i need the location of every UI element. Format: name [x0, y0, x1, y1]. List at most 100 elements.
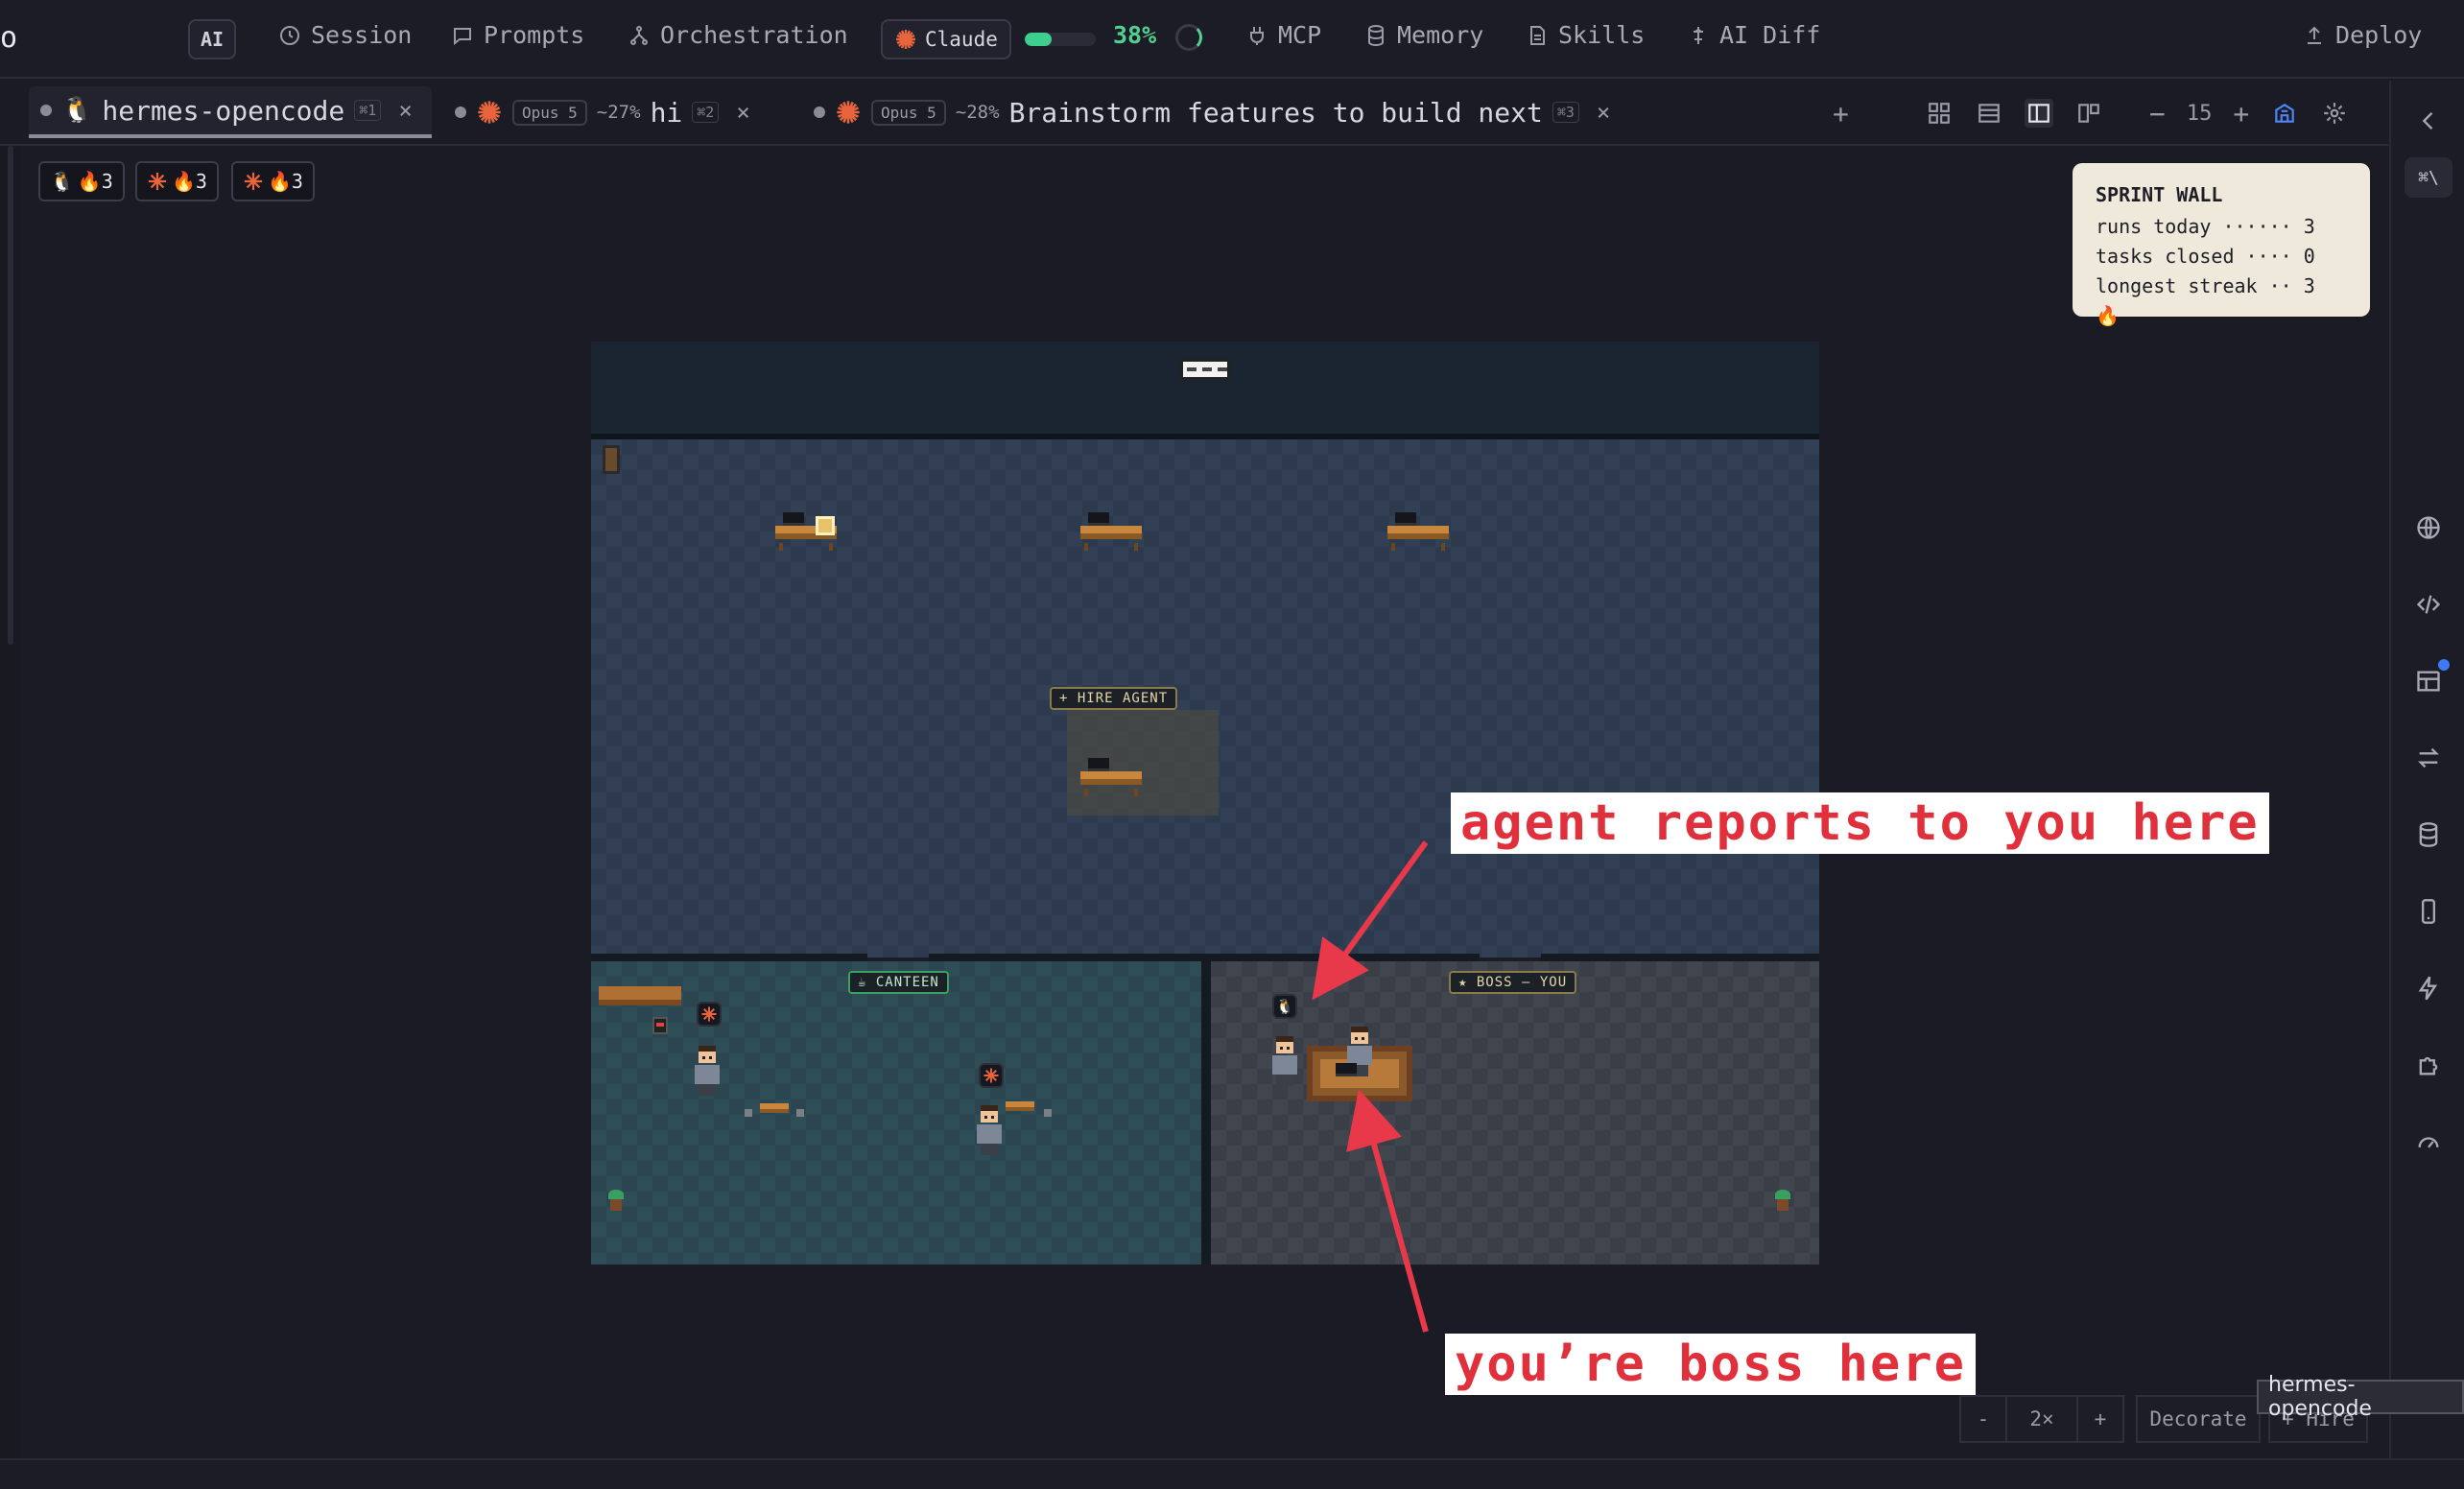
swap-arrows-icon[interactable]: [2413, 743, 2444, 773]
claude-icon[interactable]: [697, 1002, 722, 1027]
monitor: [783, 512, 804, 526]
usage-ring-icon: [1175, 24, 1202, 51]
streak-count: 🔥3: [172, 170, 207, 193]
puzzle-icon[interactable]: [2413, 1050, 2444, 1080]
hire-agent-label[interactable]: + HIRE AGENT: [1050, 687, 1178, 710]
stool: [796, 1109, 804, 1117]
ai-badge-button[interactable]: AI: [188, 19, 236, 59]
tab-shortcut: ⌘1: [354, 100, 382, 121]
notification-dot: [2435, 656, 2452, 674]
right-rail: ⌘\: [2389, 81, 2464, 1489]
font-size-tools: − 15 +: [2149, 92, 2349, 134]
nav-ai-diff[interactable]: AI Diff: [1687, 21, 1820, 49]
agent-streak-chip[interactable]: 🔥3: [135, 161, 219, 201]
resize-handle[interactable]: [8, 146, 13, 645]
tab-hermes-opencode[interactable]: 🐧 hermes-opencode ⌘1 ×: [29, 86, 432, 138]
office-home-icon[interactable]: [2270, 99, 2299, 128]
claude-model-chip[interactable]: Claude: [881, 19, 1011, 59]
boss-room-label: ★ BOSS — YOU: [1449, 971, 1577, 994]
nav-mcp[interactable]: MCP: [1245, 21, 1321, 49]
plant: [1775, 1190, 1790, 1211]
nav-skills[interactable]: Skills: [1526, 21, 1645, 49]
tab-tools: +: [1833, 92, 1849, 134]
canteen-label: ☕ CANTEEN: [848, 971, 949, 994]
agent-character[interactable]: [1272, 1036, 1297, 1088]
sticky-note-icon[interactable]: [816, 516, 835, 535]
tab-shortcut: ⌘3: [1552, 102, 1579, 123]
agent-streak-chip[interactable]: 🔥3: [231, 161, 315, 201]
decorate-button[interactable]: Decorate: [2136, 1395, 2261, 1443]
code-icon[interactable]: [2413, 589, 2444, 620]
layout-tools: [1925, 92, 2103, 134]
rail-shortcut-hint: ⌘\: [2405, 157, 2452, 198]
main-office-floor: [591, 439, 1819, 957]
plant: [608, 1190, 624, 1211]
room-wall: [1201, 961, 1211, 1264]
model-badge: Opus 5: [871, 99, 946, 126]
monitor: [1395, 512, 1416, 526]
close-icon[interactable]: ×: [1597, 99, 1610, 126]
boss-room: [1211, 961, 1819, 1264]
nav-prompts[interactable]: Prompts: [451, 21, 584, 49]
context-percent: ~27%: [596, 102, 641, 123]
nav-orchestration[interactable]: Orchestration: [628, 21, 848, 49]
grid-layout-icon[interactable]: [1925, 99, 1954, 128]
lightning-icon[interactable]: [2413, 973, 2444, 1004]
font-size-increase[interactable]: +: [2233, 98, 2249, 130]
status-dot: [814, 106, 825, 118]
nav-session[interactable]: Session: [278, 21, 412, 49]
diff-icon: [1694, 26, 1703, 44]
rows-layout-icon[interactable]: [1975, 99, 2003, 128]
nav-memory-label: Memory: [1397, 21, 1484, 49]
font-size-value: 15: [2186, 101, 2213, 126]
claude-icon: [837, 101, 860, 124]
split-layout-icon[interactable]: [2074, 99, 2103, 128]
hermes-icon: 🐧: [50, 170, 74, 193]
phone-icon[interactable]: [2413, 896, 2444, 927]
sprint-stat-tasks: tasks closed ···· 0: [2096, 245, 2315, 268]
streak-count: 🔥3: [268, 170, 303, 193]
zoom-out-button[interactable]: -: [1959, 1395, 2007, 1443]
zoom-in-button[interactable]: +: [2076, 1395, 2124, 1443]
monitor: [1336, 1063, 1357, 1076]
desk[interactable]: [1387, 526, 1449, 551]
tab-brainstorm[interactable]: Opus 5 ~28% Brainstorm features to build…: [802, 86, 1622, 138]
desk[interactable]: [1080, 526, 1142, 551]
claude-label: Claude: [925, 28, 998, 51]
columns-layout-icon[interactable]: [2025, 99, 2053, 128]
wall-segment: [591, 954, 867, 961]
nav-mcp-label: MCP: [1278, 21, 1322, 49]
database-icon[interactable]: [2413, 819, 2444, 850]
agent-character[interactable]: [977, 1105, 1002, 1157]
tab-hi[interactable]: Opus 5 ~27% hi ⌘2 ×: [443, 86, 762, 138]
hermes-icon[interactable]: 🐧: [1272, 994, 1297, 1019]
globe-icon[interactable]: [2413, 512, 2444, 543]
office-door[interactable]: [603, 445, 620, 474]
plug-icon: [1250, 26, 1264, 45]
gear-icon[interactable]: [2320, 99, 2349, 128]
deploy-button[interactable]: Deploy: [2303, 21, 2422, 49]
nav-memory[interactable]: Memory: [1364, 21, 1483, 49]
agent-streak-chip[interactable]: 🐧 🔥3: [38, 161, 125, 201]
claude-icon: [148, 172, 167, 191]
close-icon[interactable]: ×: [736, 99, 749, 126]
claude-icon: [478, 101, 501, 124]
agent-character[interactable]: [695, 1046, 720, 1098]
font-size-decrease[interactable]: −: [2149, 98, 2166, 130]
gauge-icon[interactable]: [2413, 1126, 2444, 1157]
canteen-room: [591, 961, 1201, 1264]
nav-skills-label: Skills: [1558, 21, 1646, 49]
context-percent: ~28%: [955, 102, 1000, 123]
usage-progress-bar: [1025, 33, 1096, 46]
monitor: [1088, 512, 1109, 526]
left-panel-edge[interactable]: [0, 146, 21, 1470]
claude-icon[interactable]: [979, 1063, 1004, 1088]
annotation-reports: agent reports to you here: [1451, 792, 2269, 854]
desk[interactable]: [1080, 771, 1142, 796]
new-tab-button[interactable]: +: [1833, 98, 1849, 130]
database-icon: [1368, 24, 1384, 46]
branch-icon: [630, 25, 648, 45]
wall-segment: [929, 954, 1480, 961]
chevron-left-icon[interactable]: [2413, 106, 2444, 136]
close-icon[interactable]: ×: [398, 97, 412, 124]
